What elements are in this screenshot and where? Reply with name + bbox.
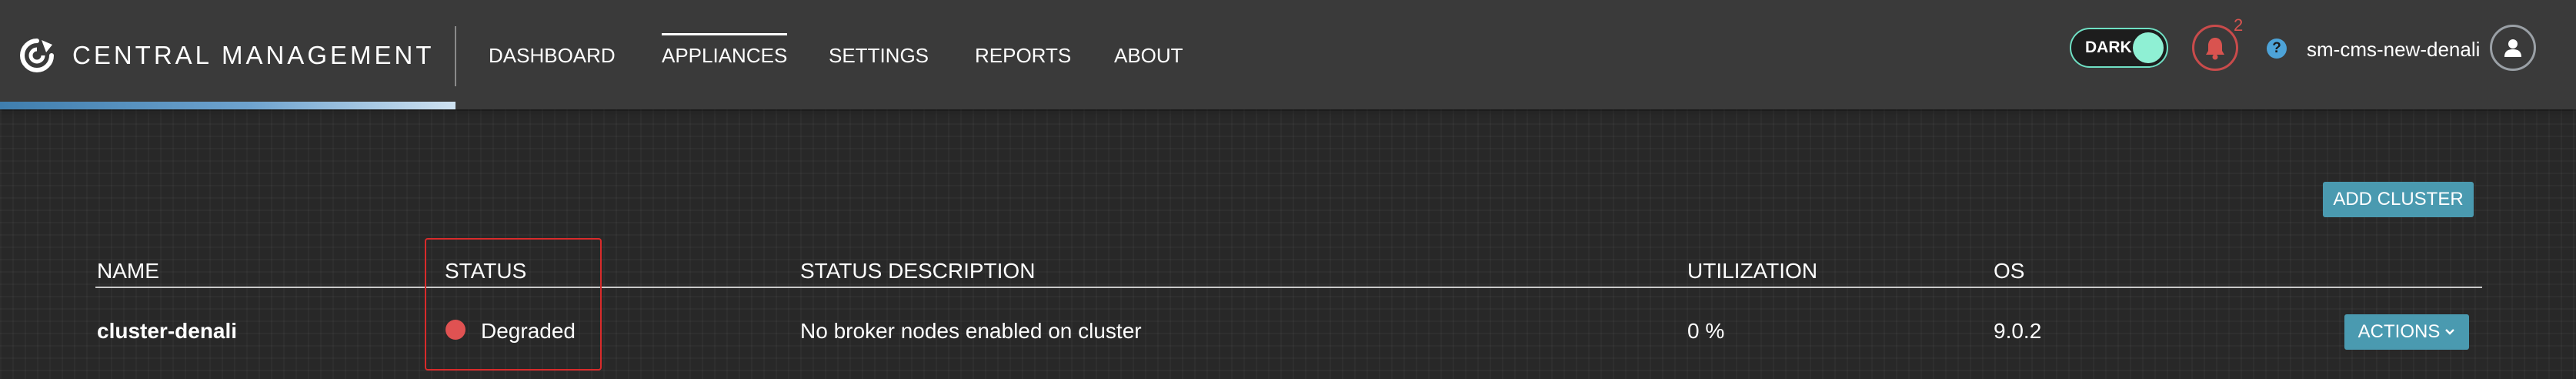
column-header-name[interactable]: NAME bbox=[97, 259, 159, 283]
column-header-utilization[interactable]: UTILIZATION bbox=[1687, 259, 1817, 283]
notifications-button[interactable] bbox=[2192, 25, 2238, 71]
nav-settings[interactable]: SETTINGS bbox=[829, 44, 929, 68]
utilization-value: 0 % bbox=[1687, 319, 1725, 343]
top-navigation-bar: CENTRAL MANAGEMENT DASHBOARD APPLIANCES … bbox=[0, 0, 2576, 109]
brand-title: CENTRAL MANAGEMENT bbox=[72, 41, 435, 69]
brand[interactable]: CENTRAL MANAGEMENT bbox=[18, 31, 434, 80]
add-cluster-button[interactable]: ADD CLUSTER bbox=[2323, 182, 2474, 217]
help-icon[interactable]: ? bbox=[2267, 39, 2287, 59]
user-icon bbox=[2504, 39, 2521, 57]
column-header-os[interactable]: OS bbox=[1994, 259, 2024, 283]
toggle-knob bbox=[2133, 32, 2164, 63]
nav-appliances[interactable]: APPLIANCES bbox=[662, 33, 788, 68]
brand-divider bbox=[455, 26, 456, 86]
nav-dashboard[interactable]: DASHBOARD bbox=[489, 44, 616, 68]
actions-dropdown-button[interactable]: ACTIONS bbox=[2344, 314, 2469, 350]
nav-reports[interactable]: REPORTS bbox=[975, 44, 1071, 68]
brand-logo-icon bbox=[20, 39, 54, 72]
nav-about[interactable]: ABOUT bbox=[1114, 44, 1183, 68]
cluster-name-link[interactable]: cluster-denali bbox=[97, 319, 237, 344]
actions-label: ACTIONS bbox=[2357, 321, 2441, 342]
bell-icon bbox=[2206, 38, 2224, 60]
username[interactable]: sm-cms-new-denali bbox=[2307, 38, 2480, 62]
user-avatar-button[interactable] bbox=[2490, 25, 2536, 71]
status-highlight-box bbox=[425, 238, 602, 371]
brand-accent-bar bbox=[0, 102, 455, 109]
dark-mode-toggle[interactable]: DARK bbox=[2070, 28, 2168, 68]
os-version-value: 9.0.2 bbox=[1994, 319, 2042, 343]
chevron-down-icon bbox=[2445, 329, 2455, 335]
notification-count-badge: 2 bbox=[2234, 15, 2244, 35]
dark-mode-label: DARK bbox=[2085, 39, 2132, 56]
column-header-status-description[interactable]: STATUS DESCRIPTION bbox=[800, 259, 1035, 283]
status-description-value: No broker nodes enabled on cluster bbox=[800, 319, 1142, 343]
